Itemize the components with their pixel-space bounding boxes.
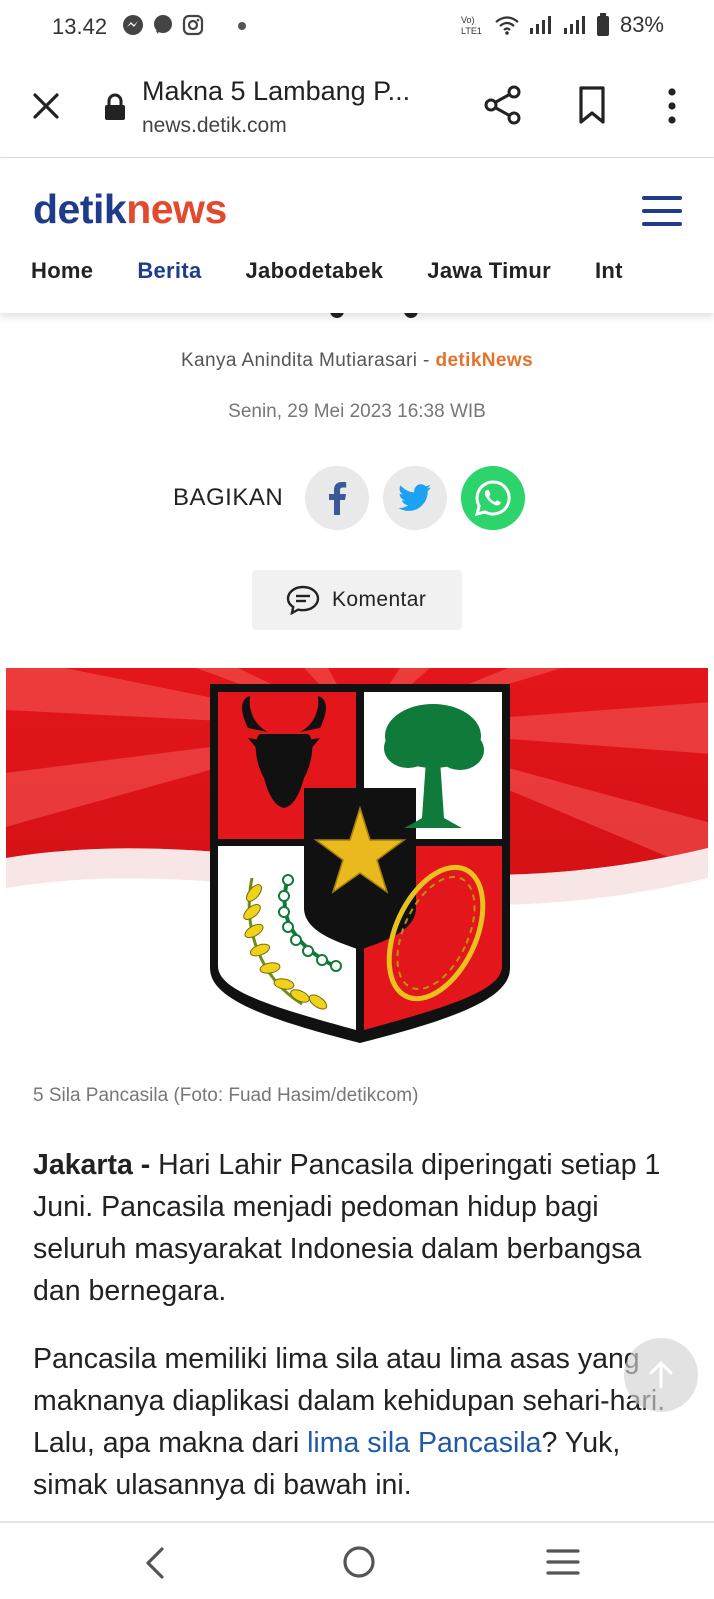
close-icon[interactable]	[26, 86, 66, 126]
article-paragraph-2: Pancasila memiliki lima sila atau lima a…	[33, 1343, 666, 1501]
byline: Kanya Anindita Mutiarasari - detikNews	[180, 350, 534, 371]
dot-icon	[238, 22, 246, 30]
whatsapp-icon	[475, 480, 511, 517]
share-label: BAGIKAN	[173, 484, 284, 511]
recent-apps-icon[interactable]	[546, 1547, 580, 1577]
more-icon[interactable]	[660, 86, 684, 126]
twitter-icon	[398, 484, 432, 511]
image-caption: 5 Sila Pancasila (Foto: Fuad Hasim/detik…	[33, 1085, 419, 1106]
battery-percent: 83%	[619, 12, 664, 37]
messenger-icon	[123, 15, 143, 35]
menu-icon[interactable]	[642, 196, 682, 230]
nav-item-jabodetabek[interactable]: Jabodetabek	[246, 258, 384, 284]
lock-icon[interactable]	[103, 92, 127, 122]
page-url[interactable]: news.detik.com	[142, 114, 287, 138]
share-whatsapp-button[interactable]	[461, 466, 526, 530]
pancasila-emblem-image	[6, 668, 708, 1063]
article-paragraph-1: Jakarta - Hari Lahir Pancasila diperinga…	[33, 1149, 661, 1307]
nav-item-int[interactable]: Int	[595, 258, 623, 284]
pancasila-link[interactable]: lima sila Pancasila	[307, 1427, 541, 1459]
facebook-icon	[329, 482, 347, 515]
category-nav: Home Berita Jabodetabek Jawa Timur Int	[31, 258, 667, 284]
signal-icon	[529, 16, 551, 34]
comment-button[interactable]: Komentar	[252, 570, 462, 630]
publish-date: Senin, 29 Mei 2023 16:38 WIB	[228, 401, 486, 422]
arrow-up-icon	[649, 1360, 673, 1389]
share-facebook-button[interactable]	[305, 466, 370, 530]
comment-icon	[286, 585, 320, 615]
comment-label: Komentar	[332, 588, 427, 611]
scroll-to-top-button[interactable]	[624, 1338, 698, 1412]
signal-icon	[563, 16, 585, 34]
browser-toolbar: Makna 5 Lambang P... news.detik.com	[0, 56, 714, 158]
system-navigation-bar	[0, 1521, 714, 1599]
detiknews-logo[interactable]: detiknews	[33, 186, 227, 233]
instagram-icon	[182, 14, 204, 36]
volte-icon: Vo)LTE1	[461, 15, 482, 36]
status-bar: 13.42 Vo) LTE1 83%	[0, 0, 714, 56]
source-name[interactable]: detikNews	[435, 350, 533, 371]
share-icon[interactable]	[482, 84, 524, 126]
status-time: 13.42	[52, 14, 108, 39]
bookmark-icon[interactable]	[576, 85, 608, 125]
nav-item-jawa-timur[interactable]: Jawa Timur	[427, 258, 551, 284]
nav-item-home[interactable]: Home	[31, 258, 93, 284]
battery-icon	[596, 13, 609, 36]
article-image[interactable]	[6, 668, 708, 1063]
page-title[interactable]: Makna 5 Lambang P...	[142, 76, 442, 107]
wifi-icon	[495, 16, 519, 35]
back-icon[interactable]	[140, 1545, 170, 1581]
author-name: Kanya Anindita Mutiarasari	[180, 350, 418, 371]
svg-text:Vo): Vo)	[461, 15, 475, 25]
notification-icons	[122, 14, 204, 36]
chat-icon	[154, 15, 172, 34]
nav-item-berita[interactable]: Berita	[137, 258, 201, 284]
dateline-location: Jakarta	[33, 1149, 133, 1181]
share-twitter-button[interactable]	[383, 466, 448, 530]
site-header: detiknews Home Berita Jabodetabek Jawa T…	[0, 158, 714, 313]
svg-text:LTE1: LTE1	[461, 26, 482, 36]
share-row: BAGIKAN	[173, 466, 539, 530]
home-icon[interactable]	[342, 1545, 376, 1579]
system-status-icons: Vo) LTE1 83%	[460, 12, 664, 38]
